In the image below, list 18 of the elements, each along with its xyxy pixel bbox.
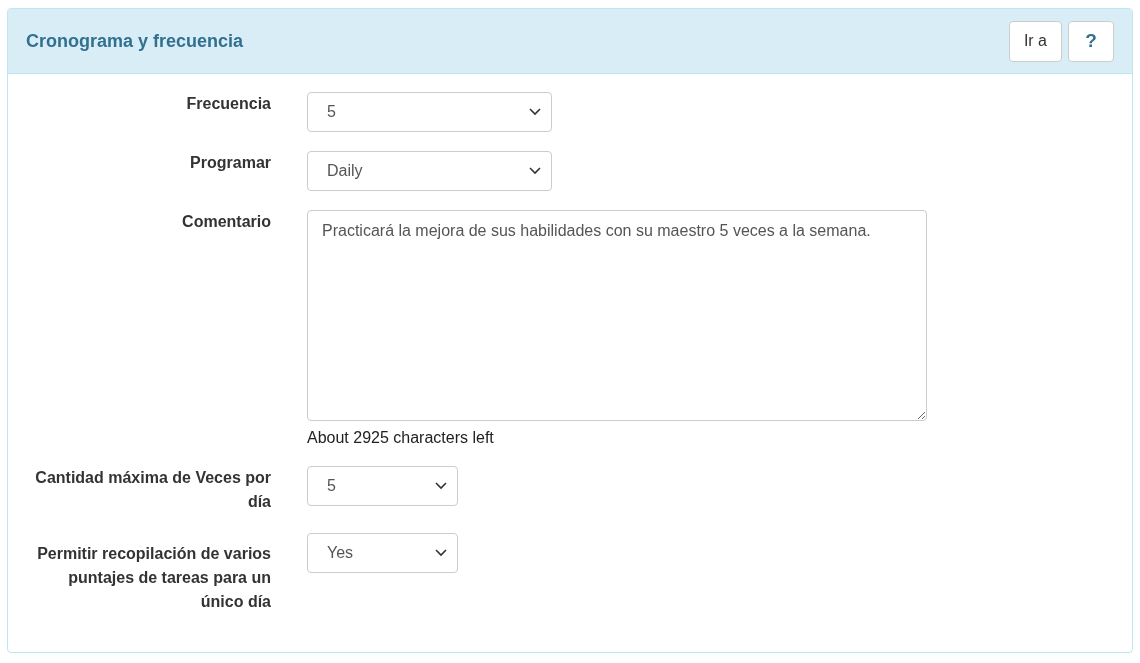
field-label: Comentario (181, 212, 271, 232)
chevron-down-icon (435, 482, 447, 490)
field-label: Permitir recopilación de varios puntajes de tareas para un único día (36, 544, 271, 612)
panel-title: Cronograma y frecuencia (26, 30, 244, 52)
select-field[interactable]: 5 (307, 466, 458, 506)
chevron-down-icon (529, 167, 541, 175)
select-field[interactable]: Yes (307, 533, 458, 573)
field-label: Programar (189, 153, 271, 173)
go-to-button[interactable]: Ir a (1008, 20, 1062, 62)
select-field[interactable]: Daily (307, 151, 552, 191)
chevron-down-icon (435, 549, 447, 557)
select-field[interactable]: 5 (307, 92, 552, 132)
chevron-down-icon (529, 108, 541, 116)
comment-field[interactable]: Practicará la mejora de sus habilidades con su maestro 5 veces a la semana. (307, 210, 927, 421)
field-label: Cantidad máxima de Veces por día (34, 468, 271, 512)
help-button[interactable]: ? (1068, 20, 1114, 62)
field-label: Frecuencia (185, 94, 271, 114)
characters-left-text: About 2925 characters left (307, 429, 494, 447)
